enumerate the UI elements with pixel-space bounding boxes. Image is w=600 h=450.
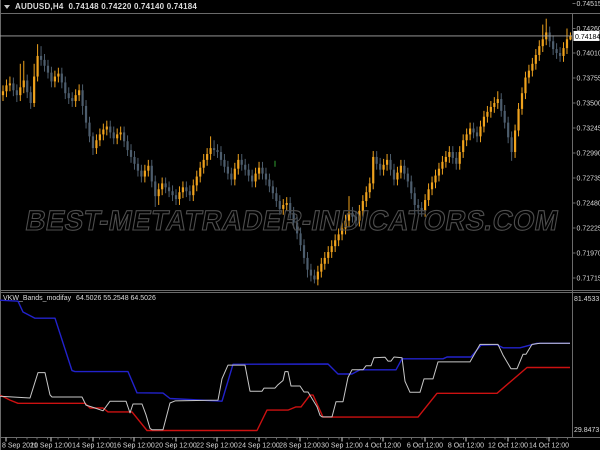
current-price-tag: 0.74184 [575,34,600,41]
indicator-lower-band [0,366,570,432]
chart-window: AUDUSD,H4 0.74148 0.74220 0.74140 0.7418… [0,0,600,450]
time-tick-label: 12 Oct 12:00 [488,443,528,450]
price-tick-label: 0.73755 [577,76,600,83]
time-tick-label: 16 Sep 12:00 [113,443,155,450]
price-tick-label: 0.74010 [577,51,600,58]
current-price-line: 0.74184 [0,30,600,41]
time-tick-label: 4 Oct 12:00 [365,443,401,450]
candles-layer [1,18,572,286]
indicator-upper-band [0,299,570,402]
price-tick-label: 0.71970 [577,251,600,258]
time-tick-label: 14 Oct 12:00 [529,443,569,450]
time-tick-label: 8 Oct 12:00 [448,443,484,450]
price-tick-label: 0.73500 [577,101,600,108]
watermark-text: BEST-METATRADER-INDICATORS.COM [23,204,562,236]
time-tick-label: 20 Sep 12:00 [155,443,197,450]
indicator-scale-min-label: 29.8473 [574,427,600,434]
indicator-middle-line [0,342,570,431]
price-tick-label: 0.74260 [577,26,600,33]
price-tick-label: 0.72735 [577,176,600,183]
price-tick-label: 0.71715 [577,276,600,283]
indicator-scale-max-label: 81.4533 [574,296,600,303]
time-tick-label: 10 Sep 12:00 [30,443,72,450]
price-tick-label: 0.72480 [577,201,600,208]
chart-menu-triangle-icon[interactable] [4,4,10,9]
time-tick-label: 24 Sep 12:00 [238,443,280,450]
indicator-name: VKW_Bands_modifay [3,295,72,302]
indicator-lines [0,299,570,432]
indicator-values: 64.5026 55.2548 64.5026 [76,295,156,302]
price-tick-label: 0.72225 [577,226,600,233]
time-tick-label: 28 Sep 12:00 [279,443,321,450]
time-tick-label: 14 Sep 12:00 [72,443,114,450]
time-tick-label: 6 Oct 12:00 [407,443,443,450]
chart-title-bar: AUDUSD,H4 0.74148 0.74220 0.74140 0.7418… [0,0,600,13]
price-tick-label: 0.72990 [577,151,600,158]
title-ohlc-values: 0.74148 0.74220 0.74140 0.74184 [68,2,198,11]
symbol-timeframe-label: AUDUSD,H4 [15,2,64,11]
price-tick-label: 0.73245 [577,126,600,133]
indicator-label: VKW_Bands_modifay 64.5026 55.2548 64.502… [3,295,159,302]
time-tick-label: 30 Sep 12:00 [321,443,363,450]
price-axis[interactable]: 0.745150.742600.740100.737550.735000.732… [572,1,600,283]
time-tick-label: 22 Sep 12:00 [196,443,238,450]
time-axis[interactable]: 8 Sep 202110 Sep 12:00 14 Sep 12:00 16 Sep… [2,437,569,450]
